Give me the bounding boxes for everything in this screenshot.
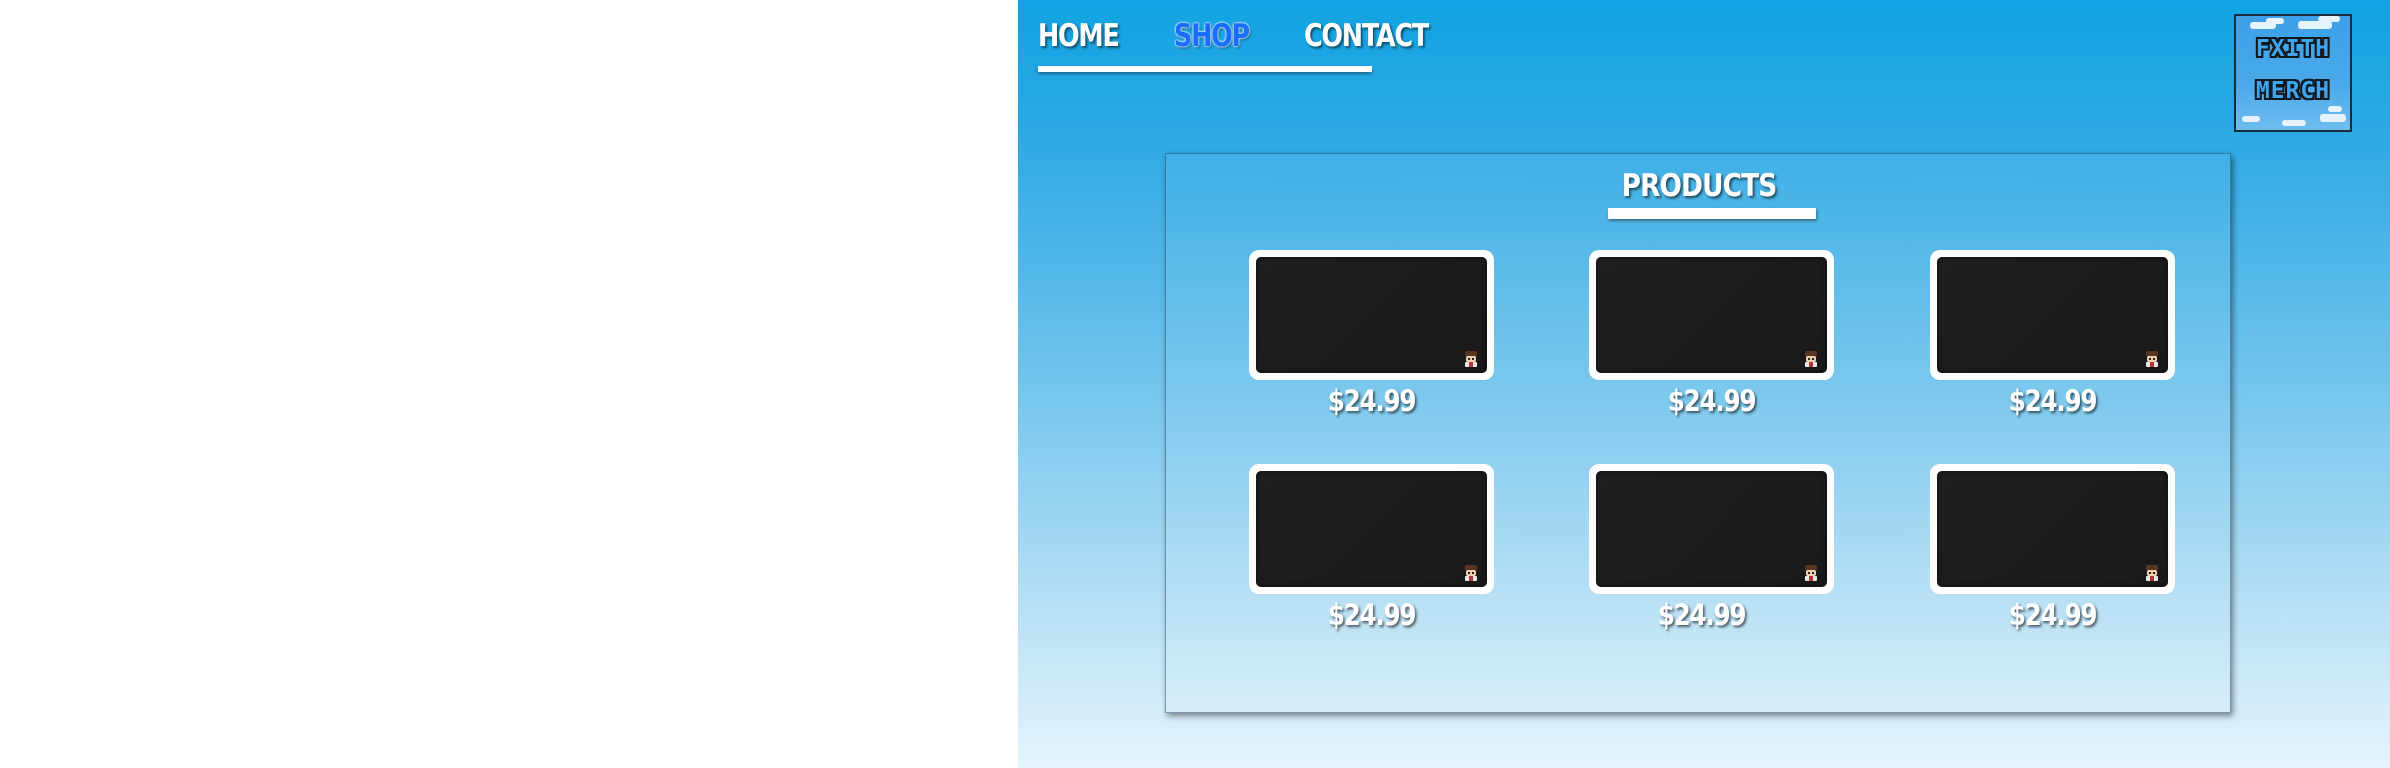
logo-cloud — [2298, 21, 2332, 29]
product-price: $24.99 — [1930, 384, 2175, 418]
logo-cloud — [2328, 106, 2342, 112]
product-card[interactable] — [1930, 250, 2175, 380]
logo-cloud — [2320, 114, 2346, 122]
product-image — [1937, 257, 2168, 373]
products-heading-underline — [1608, 208, 1816, 219]
main-nav: HOME SHOP CONTACT — [1038, 18, 1493, 54]
product-item: $24.99 — [1249, 250, 1494, 418]
product-price-text: $24.99 — [1327, 384, 1417, 418]
products-heading: PRODUCTS — [1166, 168, 2232, 204]
product-price-text: $24.99 — [1657, 598, 1747, 632]
product-item: $24.99 — [1930, 250, 2175, 418]
product-item: $24.99 — [1589, 464, 1834, 632]
product-price-text: $24.99 — [2008, 384, 2098, 418]
products-heading-text: PRODUCTS — [1621, 168, 1778, 204]
logo-cloud — [2266, 18, 2284, 24]
product-image — [1256, 257, 1487, 373]
product-price-text: $24.99 — [1327, 598, 1417, 632]
mascot-icon — [1465, 565, 1477, 581]
mascot-icon — [1805, 565, 1817, 581]
product-item: $24.99 — [1589, 250, 1834, 418]
product-price: $24.99 — [1589, 384, 1834, 418]
logo-cloud — [2318, 16, 2340, 22]
brand-logo[interactable]: FXITH MERCH — [2234, 14, 2352, 132]
logo-text-line1: FXITH — [2255, 36, 2331, 62]
logo-cloud — [2242, 116, 2260, 122]
mascot-icon — [1465, 351, 1477, 367]
product-price-text: $24.99 — [2008, 598, 2098, 632]
product-image — [1256, 471, 1487, 587]
nav-shop-link[interactable]: SHOP — [1174, 18, 1250, 54]
product-image — [1937, 471, 2168, 587]
product-card[interactable] — [1249, 250, 1494, 380]
product-card[interactable] — [1589, 250, 1834, 380]
page: HOME SHOP CONTACT FXITH MERCH PRODUCTS $… — [0, 0, 2390, 768]
product-price: $24.99 — [1249, 598, 1494, 632]
mascot-icon — [1805, 351, 1817, 367]
mascot-icon — [2146, 565, 2158, 581]
product-price: $24.99 — [1579, 598, 1824, 632]
product-price: $24.99 — [1930, 598, 2175, 632]
product-item: $24.99 — [1249, 464, 1494, 632]
product-image — [1596, 471, 1827, 587]
nav-contact-link[interactable]: CONTACT — [1304, 18, 1429, 54]
mascot-icon — [2146, 351, 2158, 367]
products-panel: PRODUCTS $24.99 $24.99 $24.99 $24.99 $24… — [1165, 153, 2231, 713]
product-price-text: $24.99 — [1667, 384, 1757, 418]
product-card[interactable] — [1589, 464, 1834, 594]
product-item: $24.99 — [1930, 464, 2175, 632]
site-background: HOME SHOP CONTACT FXITH MERCH PRODUCTS $… — [1018, 0, 2390, 768]
product-card[interactable] — [1249, 464, 1494, 594]
nav-home-link[interactable]: HOME — [1038, 18, 1120, 54]
product-image — [1596, 257, 1827, 373]
nav-underline — [1038, 66, 1372, 72]
product-card[interactable] — [1930, 464, 2175, 594]
product-price: $24.99 — [1249, 384, 1494, 418]
logo-text-line2: MERCH — [2255, 78, 2331, 104]
blank-area — [0, 0, 1018, 768]
logo-cloud — [2282, 120, 2306, 126]
